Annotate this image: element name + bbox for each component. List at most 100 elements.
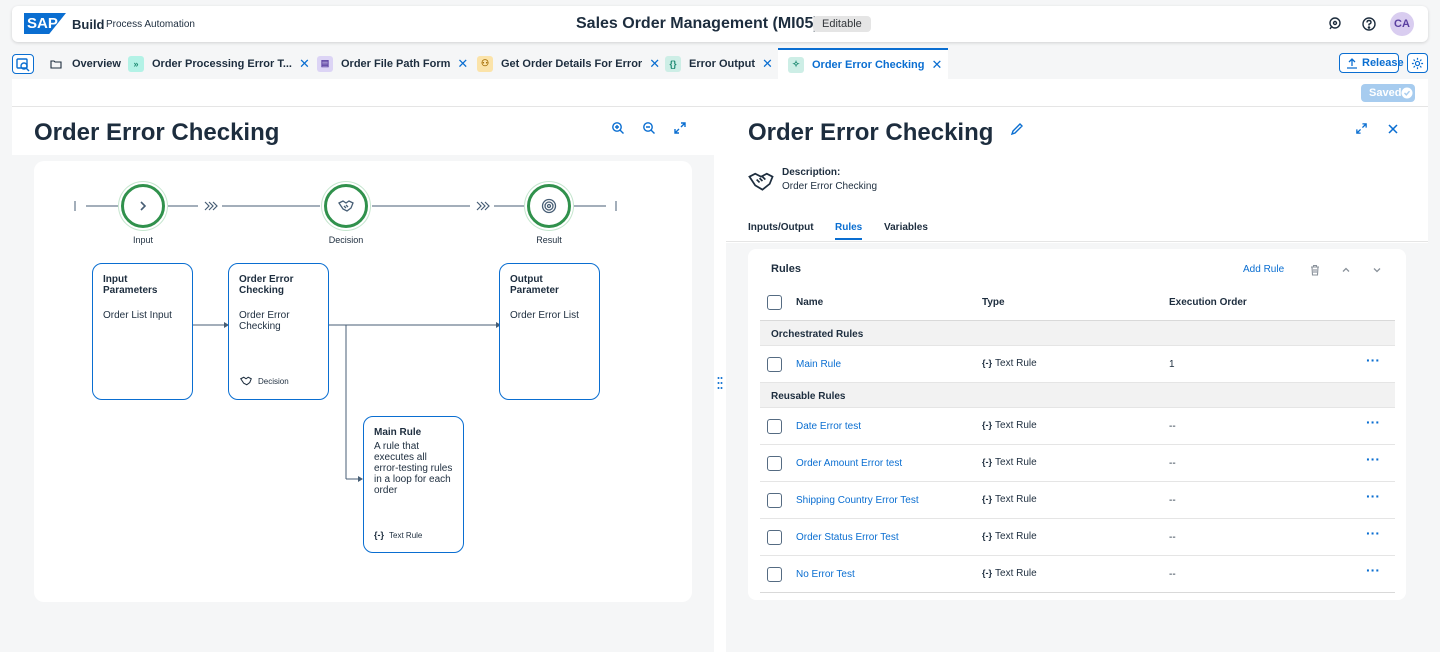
saved-label: Saved [1369,87,1402,99]
input-step-label: Input [132,235,154,245]
rule-name-link[interactable]: Order Status Error Test [796,532,899,543]
rule-name-link[interactable]: Shipping Country Error Test [796,495,919,506]
row-checkbox[interactable] [767,456,782,471]
tab-get-order-details[interactable]: ⚇ Get Order Details For Error ✕ [477,48,660,79]
tab-order-processing-error[interactable]: » Order Processing Error T... ✕ [128,48,310,79]
row-checkbox[interactable] [767,493,782,508]
more-icon[interactable]: ··· [1366,352,1380,368]
more-icon[interactable]: ··· [1366,414,1380,430]
edit-icon[interactable] [1010,122,1024,136]
text-rule-icon: {-} [982,420,993,430]
close-icon[interactable]: ✕ [457,56,468,72]
card-body: A rule that executes all error-testing r… [374,441,453,496]
table-row[interactable]: Order Status Error Test {-} Text Rule -- … [760,519,1395,556]
decision-icon: ✧ [788,56,804,73]
input-parameters-card[interactable]: Input Parameters Order List Input [92,263,193,400]
rule-type-label: Text Rule [995,531,1037,542]
rules-section: Rules Add Rule Name Type Execution Order… [726,243,1428,652]
tab-label: Order Error Checking [812,58,925,71]
upload-icon [1347,58,1357,69]
row-checkbox[interactable] [767,567,782,582]
description-label: Description: [782,167,841,178]
search-button[interactable] [12,54,34,74]
more-icon[interactable]: ··· [1366,451,1380,467]
zoom-out-icon[interactable] [642,121,656,135]
close-icon[interactable]: ✕ [299,56,310,72]
tab-rules[interactable]: Rules [835,222,863,240]
model-title: Order Error Checking [34,119,280,146]
move-down-icon[interactable] [1371,264,1383,276]
rule-type: {-} Text Rule [982,358,1037,369]
main-rule-card[interactable]: Main Rule A rule that executes all error… [363,416,464,553]
handshake-icon [338,200,354,212]
sap-logo[interactable]: SAP [24,13,66,34]
rule-name-link[interactable]: Main Rule [796,359,841,370]
pane-splitter[interactable] [717,376,723,390]
rule-name-link[interactable]: Order Amount Error test [796,458,902,469]
decision-step-node[interactable] [324,184,368,228]
card-heading: Order Error Checking [239,274,294,296]
output-parameter-card[interactable]: Output Parameter Order Error List [499,263,600,400]
add-rule-button[interactable]: Add Rule [1243,264,1284,275]
close-icon[interactable] [1387,123,1399,135]
card-body: Order List Input [103,310,172,321]
settings-button[interactable] [1407,53,1428,73]
rule-order: -- [1169,495,1176,506]
gear-icon [1411,57,1424,70]
data-type-icon: {} [665,55,681,72]
close-icon[interactable]: ✕ [649,56,660,72]
row-checkbox[interactable] [767,357,782,372]
tab-label: Overview [72,57,121,70]
delete-icon[interactable] [1309,264,1321,276]
tab-error-output[interactable]: {} Error Output ✕ [665,48,773,79]
drag-handle-icon [717,377,723,389]
table-row[interactable]: No Error Test {-} Text Rule -- ··· [760,556,1395,593]
table-row[interactable]: Shipping Country Error Test {-} Text Rule… [760,482,1395,519]
decision-card[interactable]: Order Error Checking Order Error Checkin… [228,263,329,400]
move-up-icon[interactable] [1340,264,1352,276]
close-icon[interactable]: ✕ [762,56,773,72]
row-checkbox[interactable] [767,419,782,434]
fit-screen-icon[interactable] [673,121,687,135]
zoom-in-icon[interactable] [611,121,625,135]
row-checkbox[interactable] [767,530,782,545]
chevron-right-icon [140,201,147,211]
details-title: Order Error Checking [748,119,994,146]
brand-name: Build [72,17,105,32]
group-label: Orchestrated Rules [771,329,864,340]
table-row[interactable]: Date Error test {-} Text Rule -- ··· [760,408,1395,445]
table-row[interactable]: Main Rule {-} Text Rule 1 ··· [760,346,1395,383]
rule-order: -- [1169,532,1176,543]
result-step-label: Result [536,235,562,245]
tab-variables[interactable]: Variables [884,222,928,233]
rule-name-link[interactable]: No Error Test [796,569,855,580]
feedback-icon[interactable] [1326,15,1344,33]
tab-overview[interactable]: Overview [48,48,121,79]
help-icon[interactable] [1360,15,1378,33]
release-button[interactable]: Release [1339,53,1404,73]
tab-order-error-checking[interactable]: ✧ Order Error Checking ✕ [778,48,949,79]
release-label: Release [1362,57,1404,69]
close-icon[interactable]: ✕ [931,57,942,73]
more-icon[interactable]: ··· [1366,525,1380,541]
input-step-node[interactable] [121,184,165,228]
column-execution-order: Execution Order [1169,297,1247,308]
rule-order: -- [1169,458,1176,469]
expand-icon[interactable] [1355,122,1368,135]
avatar[interactable]: CA [1390,12,1414,36]
result-step-node[interactable] [527,184,571,228]
table-row[interactable]: Order Amount Error test {-} Text Rule -- … [760,445,1395,482]
rule-name-link[interactable]: Date Error test [796,421,861,432]
rule-type: {-} Text Rule [982,494,1037,505]
tab-label: Get Order Details For Error [501,57,643,70]
rule-type: {-} Text Rule [982,420,1037,431]
select-all-checkbox[interactable] [767,295,782,310]
tab-bar: Overview » Order Processing Error T... ✕… [0,48,1440,79]
tab-inputs-output[interactable]: Inputs/Output [748,222,814,233]
folder-icon [48,56,64,72]
tab-order-file-path-form[interactable]: ▤ Order File Path Form ✕ [317,48,468,79]
more-icon[interactable]: ··· [1366,562,1380,578]
more-icon[interactable]: ··· [1366,488,1380,504]
description-value: Order Error Checking [782,181,878,192]
rule-type-label: Text Rule [995,420,1037,431]
